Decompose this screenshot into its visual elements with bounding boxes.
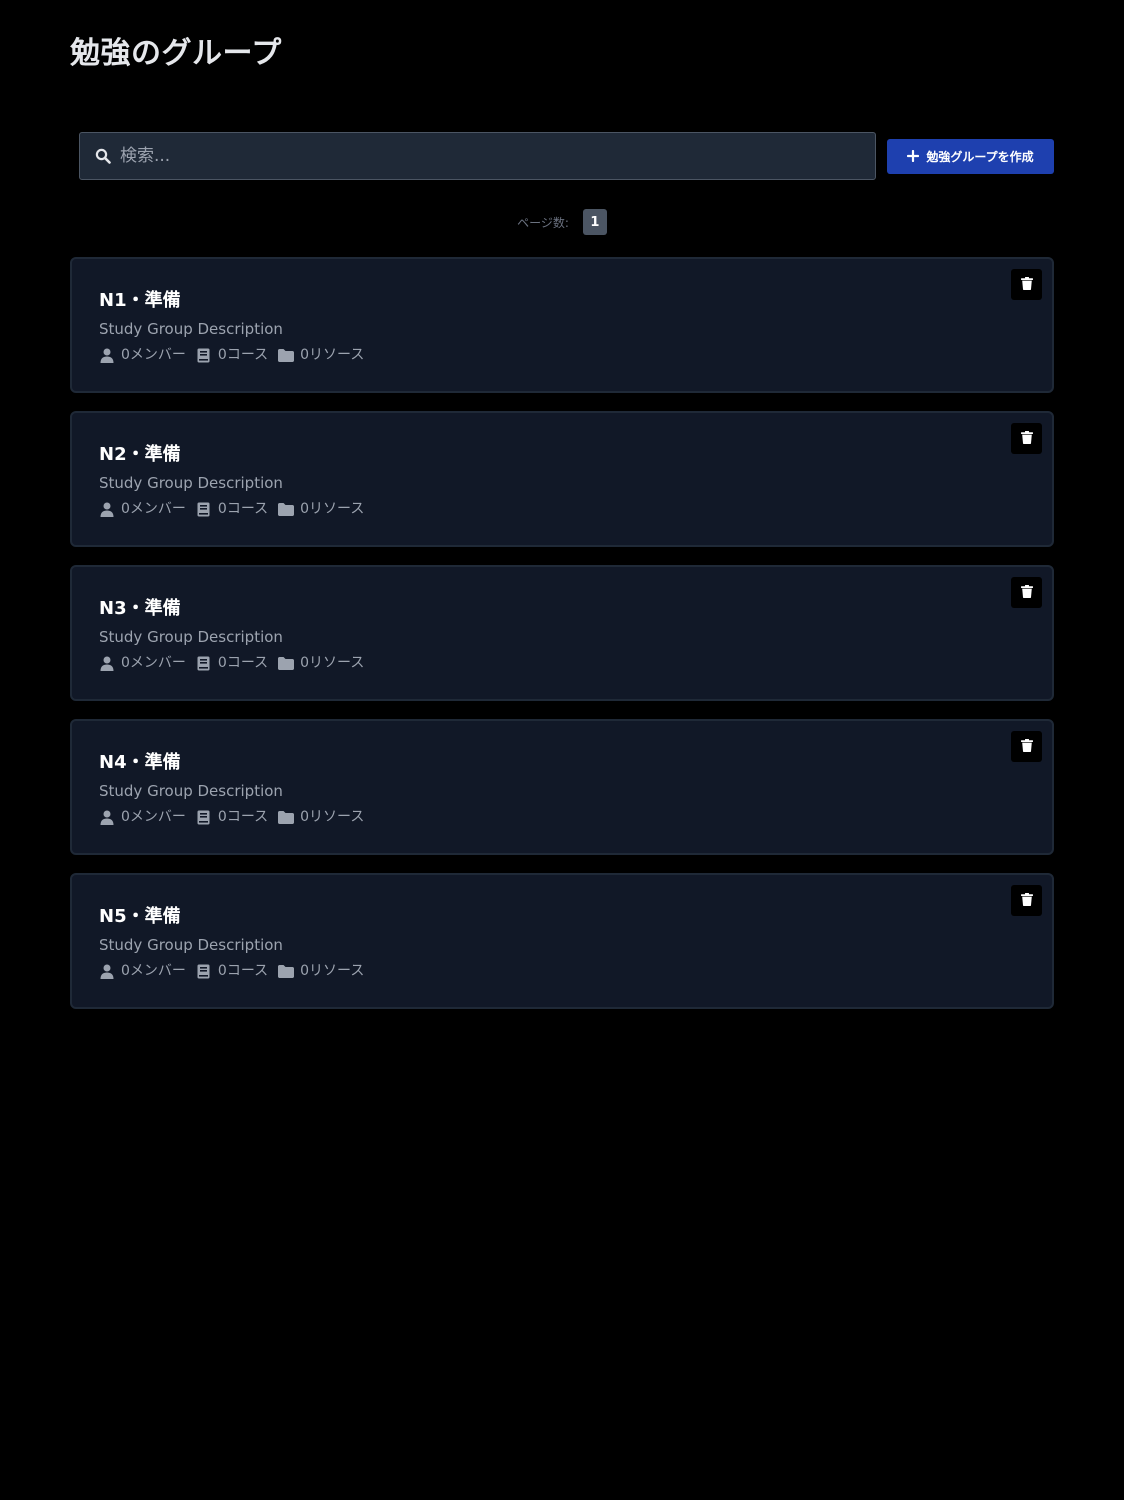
page-title: 勉強のグループ (70, 36, 282, 71)
course-count: 0コース (196, 653, 268, 673)
trash-icon (1020, 892, 1033, 909)
book-icon (196, 655, 212, 671)
book-icon (196, 809, 212, 825)
group-title: N4・準備 (99, 752, 181, 773)
user-icon (99, 809, 115, 825)
page-button-1[interactable]: 1 (582, 209, 607, 235)
member-count-label: 0メンバー (121, 501, 186, 517)
resource-count: 0リソース (278, 961, 364, 981)
group-description: Study Group Description (99, 782, 283, 800)
member-count-label: 0メンバー (121, 655, 186, 671)
pagination: ページ数: 1 (0, 209, 1124, 235)
book-icon (196, 963, 212, 979)
resource-count: 0リソース (278, 807, 364, 827)
member-count: 0メンバー (99, 499, 186, 519)
folder-icon (278, 809, 295, 825)
search-input[interactable] (120, 133, 875, 179)
resource-count-label: 0リソース (300, 347, 365, 363)
group-title: N5・準備 (99, 906, 181, 927)
resource-count-label: 0リソース (300, 809, 365, 825)
group-stats: 0メンバー 0コース 0リソース (99, 653, 1024, 673)
create-group-label: 勉強グループを作成 (926, 150, 1034, 164)
group-title: N2・準備 (99, 444, 181, 465)
delete-group-button[interactable] (1011, 577, 1042, 608)
course-count-label: 0コース (217, 347, 269, 363)
folder-icon (278, 347, 295, 363)
trash-icon (1020, 738, 1033, 755)
folder-icon (278, 501, 295, 517)
search-box[interactable] (79, 132, 876, 180)
trash-icon (1020, 584, 1033, 601)
member-count-label: 0メンバー (121, 963, 186, 979)
member-count: 0メンバー (99, 807, 186, 827)
trash-icon (1020, 276, 1033, 293)
resource-count: 0リソース (278, 499, 364, 519)
group-title: N3・準備 (99, 598, 181, 619)
resource-count-label: 0リソース (300, 655, 365, 671)
course-count-label: 0コース (217, 809, 269, 825)
delete-group-button[interactable] (1011, 885, 1042, 916)
study-group-card[interactable]: N4・準備 Study Group Description 0メンバー 0コース… (70, 719, 1054, 855)
resource-count: 0リソース (278, 653, 364, 673)
course-count: 0コース (196, 807, 268, 827)
resource-count-label: 0リソース (300, 963, 365, 979)
group-stats: 0メンバー 0コース 0リソース (99, 961, 1024, 981)
member-count: 0メンバー (99, 345, 186, 365)
study-group-card[interactable]: N1・準備 Study Group Description 0メンバー 0コース… (70, 257, 1054, 393)
member-count-label: 0メンバー (121, 347, 186, 363)
member-count: 0メンバー (99, 961, 186, 981)
book-icon (196, 501, 212, 517)
user-icon (99, 655, 115, 671)
user-icon (99, 501, 115, 517)
resource-count-label: 0リソース (300, 501, 365, 517)
member-count: 0メンバー (99, 653, 186, 673)
group-description: Study Group Description (99, 628, 283, 646)
course-count: 0コース (196, 961, 268, 981)
member-count-label: 0メンバー (121, 809, 186, 825)
pagination-label: ページ数: (517, 215, 569, 230)
delete-group-button[interactable] (1011, 731, 1042, 762)
group-stats: 0メンバー 0コース 0リソース (99, 807, 1024, 827)
group-stats: 0メンバー 0コース 0リソース (99, 345, 1024, 365)
study-group-card[interactable]: N3・準備 Study Group Description 0メンバー 0コース… (70, 565, 1054, 701)
course-count: 0コース (196, 345, 268, 365)
study-group-list: N1・準備 Study Group Description 0メンバー 0コース… (70, 257, 1054, 1009)
course-count-label: 0コース (217, 963, 269, 979)
course-count: 0コース (196, 499, 268, 519)
course-count-label: 0コース (217, 655, 269, 671)
course-count-label: 0コース (217, 501, 269, 517)
user-icon (99, 347, 115, 363)
study-group-card[interactable]: N2・準備 Study Group Description 0メンバー 0コース… (70, 411, 1054, 547)
folder-icon (278, 963, 295, 979)
delete-group-button[interactable] (1011, 423, 1042, 454)
study-group-card[interactable]: N5・準備 Study Group Description 0メンバー 0コース… (70, 873, 1054, 1009)
search-icon (94, 147, 112, 165)
group-title: N1・準備 (99, 290, 181, 311)
folder-icon (278, 655, 295, 671)
group-description: Study Group Description (99, 936, 283, 954)
plus-icon (907, 148, 920, 166)
group-description: Study Group Description (99, 474, 283, 492)
create-group-button[interactable]: 勉強グループを作成 (887, 139, 1054, 174)
trash-icon (1020, 430, 1033, 447)
delete-group-button[interactable] (1011, 269, 1042, 300)
user-icon (99, 963, 115, 979)
group-description: Study Group Description (99, 320, 283, 338)
group-stats: 0メンバー 0コース 0リソース (99, 499, 1024, 519)
resource-count: 0リソース (278, 345, 364, 365)
book-icon (196, 347, 212, 363)
